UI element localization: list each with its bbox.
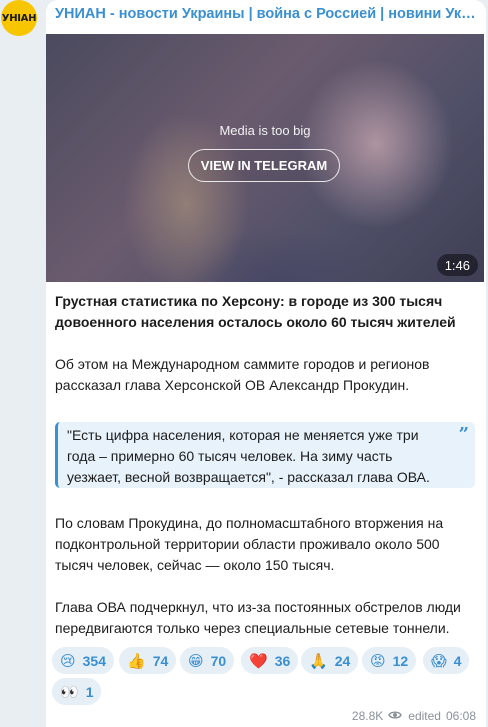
view-count: 28.8K: [351, 709, 384, 723]
reaction-count: 354: [82, 652, 106, 669]
view-in-telegram-button[interactable]: VIEW IN TELEGRAM: [188, 149, 340, 182]
quote-text: "Есть цифра населения, которая не меняет…: [67, 427, 430, 485]
eye-icon: [388, 709, 403, 723]
thumbs-up-icon: 👍: [127, 651, 146, 670]
video-duration: 1:46: [436, 254, 478, 276]
channel-title[interactable]: УНИАН - новости Украины | война с Россие…: [55, 6, 480, 22]
message-meta: 28.8K edited 06:08: [352, 709, 476, 723]
reaction-count: 12: [392, 652, 409, 669]
post-headline: Грустная статистика по Херсону: в городе…: [55, 293, 456, 330]
grinning-face-icon: 😁: [188, 651, 204, 670]
angry-face-icon: 😡: [370, 651, 386, 670]
reaction-count: 1: [85, 683, 94, 700]
post-paragraph: Глава ОВА подчеркнул, что из-за постоянн…: [55, 599, 461, 636]
heart-icon: ❤️: [249, 651, 268, 670]
reaction-button[interactable]: 😱 4: [423, 647, 470, 674]
edited-label: edited: [408, 709, 441, 723]
channel-avatar[interactable]: УНІАН: [1, 0, 37, 36]
reaction-button[interactable]: 👀 1: [52, 678, 102, 705]
praying-hands-icon: 🙏: [309, 651, 328, 670]
reaction-count: 36: [274, 652, 291, 669]
reaction-button[interactable]: 😡 12: [362, 647, 417, 674]
blockquote: "Есть цифра населения, которая не меняет…: [55, 422, 475, 488]
reaction-count: 4: [453, 652, 462, 669]
reaction-button[interactable]: ❤️ 36: [241, 647, 299, 674]
reaction-count: 74: [152, 652, 169, 669]
media-too-big-notice: Media is too big: [219, 123, 311, 138]
reaction-count: 24: [334, 652, 351, 669]
message-bubble: УНИАН - новости Украины | война с Россие…: [46, 0, 486, 727]
post-paragraph: По словам Прокудина, до полномасштабного…: [55, 515, 444, 573]
reaction-count: 70: [210, 652, 227, 669]
reaction-button[interactable]: 🙏 24: [301, 647, 359, 674]
screaming-face-icon: 😱: [431, 651, 447, 670]
reaction-button[interactable]: 😢 354: [52, 647, 114, 674]
post-paragraph: Об этом на Международном саммите городов…: [55, 356, 430, 393]
crying-face-icon: 😢: [60, 651, 76, 670]
message-time: 06:08: [445, 709, 476, 723]
reaction-button[interactable]: 😁 70: [180, 647, 235, 674]
video-preview[interactable]: Media is too big VIEW IN TELEGRAM 1:46: [46, 34, 484, 282]
quote-icon: ”: [458, 424, 469, 445]
reaction-button[interactable]: 👍 74: [119, 647, 177, 674]
eyes-icon: 👀: [60, 682, 79, 701]
